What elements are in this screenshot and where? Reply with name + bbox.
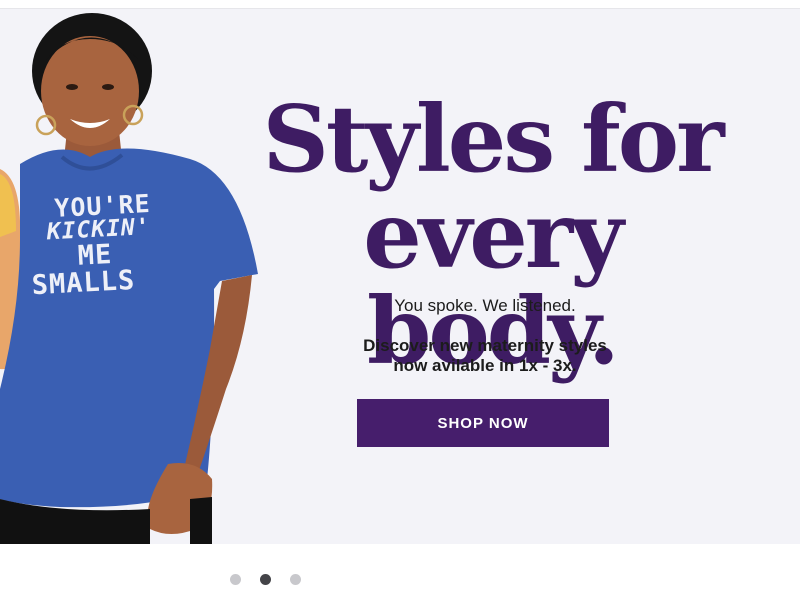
shirt-print: YOU'RE KICKIN' ME SMALLS bbox=[0, 189, 188, 301]
hero-banner[interactable]: YOU'RE KICKIN' ME SMALLS Styles for ever… bbox=[0, 9, 800, 544]
body-line2: now avilable in 1x - 3x. bbox=[393, 356, 577, 375]
hero-body-copy: Discover new maternity styles now avilab… bbox=[285, 336, 685, 376]
carousel-pagination bbox=[230, 574, 301, 586]
shop-now-button[interactable]: SHOP NOW bbox=[357, 399, 609, 447]
body-line1: Discover new maternity styles bbox=[363, 336, 607, 355]
hero-subline: You spoke. We listened. bbox=[394, 296, 576, 315]
carousel-dot-3[interactable] bbox=[290, 574, 301, 585]
carousel-dot-1[interactable] bbox=[230, 574, 241, 585]
carousel-dot-2[interactable] bbox=[260, 574, 271, 585]
headline-line1: Styles for bbox=[262, 85, 724, 193]
model-photo: YOU'RE KICKIN' ME SMALLS bbox=[0, 9, 260, 544]
